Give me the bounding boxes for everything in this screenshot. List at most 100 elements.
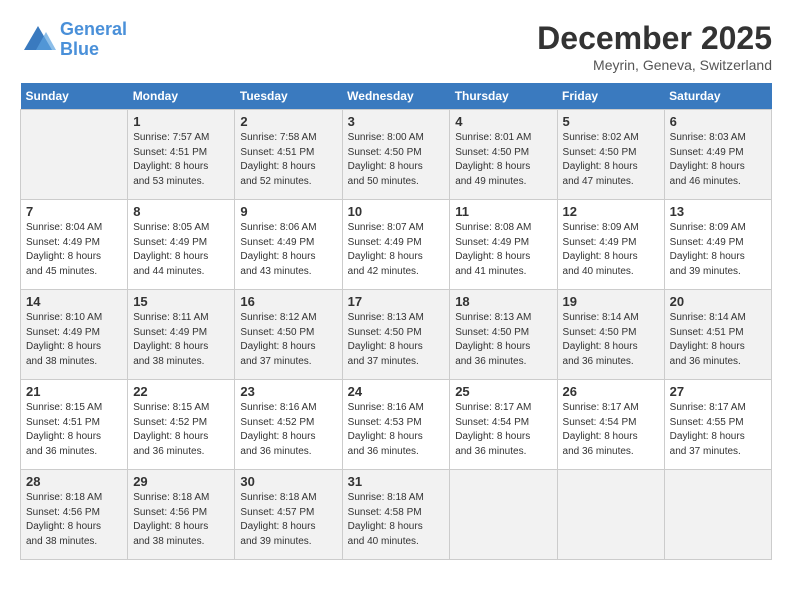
- day-cell: 10 Sunrise: 8:07 AM Sunset: 4:49 PM Dayli…: [342, 200, 450, 290]
- day-number: 24: [348, 384, 445, 399]
- header-row: Sunday Monday Tuesday Wednesday Thursday…: [21, 83, 772, 110]
- day-cell: [21, 110, 128, 200]
- day-cell: [557, 470, 664, 560]
- day-number: 8: [133, 204, 229, 219]
- day-cell: 8 Sunrise: 8:05 AM Sunset: 4:49 PM Daylig…: [128, 200, 235, 290]
- header-friday: Friday: [557, 83, 664, 110]
- day-cell: 28 Sunrise: 8:18 AM Sunset: 4:56 PM Dayli…: [21, 470, 128, 560]
- day-info: Sunrise: 8:03 AM Sunset: 4:49 PM Dayligh…: [670, 131, 766, 189]
- day-number: 10: [348, 204, 445, 219]
- location-title: Meyrin, Geneva, Switzerland: [537, 57, 772, 73]
- day-cell: 12 Sunrise: 8:09 AM Sunset: 4:49 PM Dayli…: [557, 200, 664, 290]
- day-number: 14: [26, 294, 122, 309]
- day-cell: 6Sunrise: 8:03 AM Sunset: 4:49 PM Daylig…: [664, 110, 771, 200]
- day-number: 27: [670, 384, 766, 399]
- day-info: Sunrise: 8:05 AM Sunset: 4:49 PM Dayligh…: [133, 221, 229, 279]
- day-number: 20: [670, 294, 766, 309]
- day-info: Sunrise: 8:14 AM Sunset: 4:51 PM Dayligh…: [670, 311, 766, 369]
- day-number: 5: [563, 114, 659, 129]
- day-info: Sunrise: 8:17 AM Sunset: 4:54 PM Dayligh…: [455, 401, 551, 459]
- day-cell: [664, 470, 771, 560]
- day-cell: 2 Sunrise: 7:58 AM Sunset: 4:51 PM Daylig…: [235, 110, 342, 200]
- day-number: 1: [133, 114, 229, 129]
- day-info: Sunrise: 7:57 AM Sunset: 4:51 PM Dayligh…: [133, 131, 229, 189]
- day-cell: 5 Sunrise: 8:02 AM Sunset: 4:50 PM Daylig…: [557, 110, 664, 200]
- day-info: Sunrise: 8:13 AM Sunset: 4:50 PM Dayligh…: [455, 311, 551, 369]
- day-cell: 16Sunrise: 8:12 AM Sunset: 4:50 PM Dayli…: [235, 290, 342, 380]
- day-cell: 18 Sunrise: 8:13 AM Sunset: 4:50 PM Dayli…: [450, 290, 557, 380]
- day-number: 13: [670, 204, 766, 219]
- day-cell: 24Sunrise: 8:16 AM Sunset: 4:53 PM Dayli…: [342, 380, 450, 470]
- logo: General Blue: [20, 20, 127, 60]
- day-info: Sunrise: 8:18 AM Sunset: 4:56 PM Dayligh…: [133, 491, 229, 549]
- day-number: 3: [348, 114, 445, 129]
- day-cell: 19 Sunrise: 8:14 AM Sunset: 4:50 PM Dayli…: [557, 290, 664, 380]
- day-number: 23: [240, 384, 336, 399]
- day-info: Sunrise: 8:09 AM Sunset: 4:49 PM Dayligh…: [670, 221, 766, 279]
- calendar-table: Sunday Monday Tuesday Wednesday Thursday…: [20, 83, 772, 560]
- day-number: 22: [133, 384, 229, 399]
- day-info: Sunrise: 8:15 AM Sunset: 4:51 PM Dayligh…: [26, 401, 122, 459]
- day-info: Sunrise: 8:06 AM Sunset: 4:49 PM Dayligh…: [240, 221, 336, 279]
- calendar-body: 1 Sunrise: 7:57 AM Sunset: 4:51 PM Daylig…: [21, 110, 772, 560]
- day-number: 12: [563, 204, 659, 219]
- day-cell: 3Sunrise: 8:00 AM Sunset: 4:50 PM Daylig…: [342, 110, 450, 200]
- day-info: Sunrise: 8:13 AM Sunset: 4:50 PM Dayligh…: [348, 311, 445, 369]
- day-info: Sunrise: 8:18 AM Sunset: 4:56 PM Dayligh…: [26, 491, 122, 549]
- header-tuesday: Tuesday: [235, 83, 342, 110]
- day-info: Sunrise: 8:08 AM Sunset: 4:49 PM Dayligh…: [455, 221, 551, 279]
- day-info: Sunrise: 7:58 AM Sunset: 4:51 PM Dayligh…: [240, 131, 336, 189]
- day-number: 7: [26, 204, 122, 219]
- week-row-3: 14 Sunrise: 8:10 AM Sunset: 4:49 PM Dayli…: [21, 290, 772, 380]
- day-number: 11: [455, 204, 551, 219]
- logo-text: General Blue: [60, 20, 127, 60]
- day-number: 18: [455, 294, 551, 309]
- header-monday: Monday: [128, 83, 235, 110]
- day-cell: 15 Sunrise: 8:11 AM Sunset: 4:49 PM Dayli…: [128, 290, 235, 380]
- logo-icon: [20, 22, 56, 58]
- calendar-header: Sunday Monday Tuesday Wednesday Thursday…: [21, 83, 772, 110]
- day-info: Sunrise: 8:10 AM Sunset: 4:49 PM Dayligh…: [26, 311, 122, 369]
- day-info: Sunrise: 8:09 AM Sunset: 4:49 PM Dayligh…: [563, 221, 659, 279]
- day-info: Sunrise: 8:18 AM Sunset: 4:58 PM Dayligh…: [348, 491, 445, 549]
- title-area: December 2025 Meyrin, Geneva, Switzerlan…: [537, 20, 772, 73]
- day-number: 21: [26, 384, 122, 399]
- day-info: Sunrise: 8:07 AM Sunset: 4:49 PM Dayligh…: [348, 221, 445, 279]
- day-info: Sunrise: 8:17 AM Sunset: 4:54 PM Dayligh…: [563, 401, 659, 459]
- week-row-2: 7 Sunrise: 8:04 AM Sunset: 4:49 PM Daylig…: [21, 200, 772, 290]
- day-number: 2: [240, 114, 336, 129]
- logo-line1: General: [60, 19, 127, 39]
- day-number: 25: [455, 384, 551, 399]
- day-number: 9: [240, 204, 336, 219]
- header-thursday: Thursday: [450, 83, 557, 110]
- day-cell: 26Sunrise: 8:17 AM Sunset: 4:54 PM Dayli…: [557, 380, 664, 470]
- day-number: 15: [133, 294, 229, 309]
- day-info: Sunrise: 8:12 AM Sunset: 4:50 PM Dayligh…: [240, 311, 336, 369]
- header-wednesday: Wednesday: [342, 83, 450, 110]
- day-info: Sunrise: 8:17 AM Sunset: 4:55 PM Dayligh…: [670, 401, 766, 459]
- day-cell: 4Sunrise: 8:01 AM Sunset: 4:50 PM Daylig…: [450, 110, 557, 200]
- day-cell: 1 Sunrise: 7:57 AM Sunset: 4:51 PM Daylig…: [128, 110, 235, 200]
- day-info: Sunrise: 8:01 AM Sunset: 4:50 PM Dayligh…: [455, 131, 551, 189]
- day-cell: 9 Sunrise: 8:06 AM Sunset: 4:49 PM Daylig…: [235, 200, 342, 290]
- week-row-1: 1 Sunrise: 7:57 AM Sunset: 4:51 PM Daylig…: [21, 110, 772, 200]
- week-row-5: 28 Sunrise: 8:18 AM Sunset: 4:56 PM Dayli…: [21, 470, 772, 560]
- day-cell: 29 Sunrise: 8:18 AM Sunset: 4:56 PM Dayli…: [128, 470, 235, 560]
- day-cell: 31Sunrise: 8:18 AM Sunset: 4:58 PM Dayli…: [342, 470, 450, 560]
- day-info: Sunrise: 8:18 AM Sunset: 4:57 PM Dayligh…: [240, 491, 336, 549]
- day-number: 17: [348, 294, 445, 309]
- day-cell: 23 Sunrise: 8:16 AM Sunset: 4:52 PM Dayli…: [235, 380, 342, 470]
- day-info: Sunrise: 8:04 AM Sunset: 4:49 PM Dayligh…: [26, 221, 122, 279]
- day-number: 19: [563, 294, 659, 309]
- day-info: Sunrise: 8:02 AM Sunset: 4:50 PM Dayligh…: [563, 131, 659, 189]
- day-cell: 27 Sunrise: 8:17 AM Sunset: 4:55 PM Dayli…: [664, 380, 771, 470]
- day-info: Sunrise: 8:16 AM Sunset: 4:52 PM Dayligh…: [240, 401, 336, 459]
- day-cell: 20 Sunrise: 8:14 AM Sunset: 4:51 PM Dayli…: [664, 290, 771, 380]
- day-info: Sunrise: 8:14 AM Sunset: 4:50 PM Dayligh…: [563, 311, 659, 369]
- day-number: 28: [26, 474, 122, 489]
- day-info: Sunrise: 8:11 AM Sunset: 4:49 PM Dayligh…: [133, 311, 229, 369]
- day-number: 29: [133, 474, 229, 489]
- day-info: Sunrise: 8:15 AM Sunset: 4:52 PM Dayligh…: [133, 401, 229, 459]
- day-cell: 11 Sunrise: 8:08 AM Sunset: 4:49 PM Dayli…: [450, 200, 557, 290]
- day-number: 30: [240, 474, 336, 489]
